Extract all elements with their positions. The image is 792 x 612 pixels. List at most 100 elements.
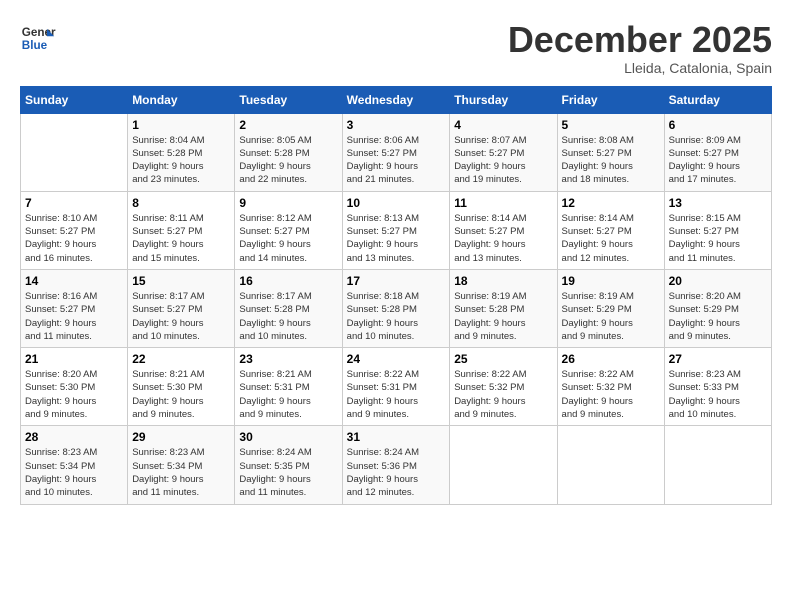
cell-info: Sunrise: 8:23 AM Sunset: 5:33 PM Dayligh… [669,368,767,421]
calendar-cell [557,426,664,504]
title-block: December 2025 Lleida, Catalonia, Spain [508,20,772,76]
calendar-cell: 4Sunrise: 8:07 AM Sunset: 5:27 PM Daylig… [450,113,557,191]
day-number: 12 [562,196,660,210]
cell-info: Sunrise: 8:23 AM Sunset: 5:34 PM Dayligh… [132,446,230,499]
day-number: 13 [669,196,767,210]
logo: General Blue [20,20,56,56]
cell-info: Sunrise: 8:18 AM Sunset: 5:28 PM Dayligh… [347,290,446,343]
day-number: 6 [669,118,767,132]
calendar-cell: 5 Sunrise: 8:08 AM Sunset: 5:27 PM Daylig… [557,113,664,191]
day-number: 19 [562,274,660,288]
calendar-cell: 23 Sunrise: 8:21 AM Sunset: 5:31 PM Dayli… [235,348,342,426]
weekday-header: Friday [557,86,664,113]
day-number: 3 [347,118,446,132]
calendar-week-row: 28Sunrise: 8:23 AM Sunset: 5:34 PM Dayli… [21,426,772,504]
weekday-header: Sunday [21,86,128,113]
location: Lleida, Catalonia, Spain [508,60,772,76]
day-number: 22 [132,352,230,366]
svg-text:Blue: Blue [22,39,48,52]
cell-info: Sunrise: 8:19 AM Sunset: 5:28 PM Dayligh… [454,290,552,343]
cell-info: Sunrise: 8:16 AM Sunset: 5:27 PM Dayligh… [25,290,123,343]
day-number: 17 [347,274,446,288]
cell-info: Sunrise: 8:05 AM Sunset: 5:28 PM Dayligh… [239,134,337,187]
cell-info: Sunrise: 8:22 AM Sunset: 5:32 PM Dayligh… [562,368,660,421]
cell-info: Sunrise: 8:24 AM Sunset: 5:35 PM Dayligh… [239,446,337,499]
cell-info: Sunrise: 8:24 AM Sunset: 5:36 PM Dayligh… [347,446,446,499]
cell-info: Sunrise: 8:11 AM Sunset: 5:27 PM Dayligh… [132,212,230,265]
calendar-cell: 6 Sunrise: 8:09 AM Sunset: 5:27 PM Daylig… [664,113,771,191]
day-number: 4 [454,118,552,132]
weekday-header-row: SundayMondayTuesdayWednesdayThursdayFrid… [21,86,772,113]
cell-info: Sunrise: 8:21 AM Sunset: 5:31 PM Dayligh… [239,368,337,421]
day-number: 18 [454,274,552,288]
calendar-cell: 24 Sunrise: 8:22 AM Sunset: 5:31 PM Dayli… [342,348,450,426]
calendar-cell: 18 Sunrise: 8:19 AM Sunset: 5:28 PM Dayli… [450,269,557,347]
weekday-header: Monday [128,86,235,113]
calendar-cell: 14 Sunrise: 8:16 AM Sunset: 5:27 PM Dayli… [21,269,128,347]
calendar-cell: 9 Sunrise: 8:12 AM Sunset: 5:27 PM Daylig… [235,191,342,269]
cell-info: Sunrise: 8:14 AM Sunset: 5:27 PM Dayligh… [454,212,552,265]
cell-info: Sunrise: 8:13 AM Sunset: 5:27 PM Dayligh… [347,212,446,265]
cell-info: Sunrise: 8:22 AM Sunset: 5:31 PM Dayligh… [347,368,446,421]
day-number: 29 [132,430,230,444]
calendar-cell: 10 Sunrise: 8:13 AM Sunset: 5:27 PM Dayli… [342,191,450,269]
calendar-cell: 30 Sunrise: 8:24 AM Sunset: 5:35 PM Dayli… [235,426,342,504]
day-number: 31 [347,430,446,444]
svg-text:General: General [22,26,56,39]
cell-info: Sunrise: 8:09 AM Sunset: 5:27 PM Dayligh… [669,134,767,187]
calendar-cell: 3 Sunrise: 8:06 AM Sunset: 5:27 PM Daylig… [342,113,450,191]
calendar-cell [21,113,128,191]
calendar-cell: 7 Sunrise: 8:10 AM Sunset: 5:27 PM Daylig… [21,191,128,269]
calendar-cell: 11 Sunrise: 8:14 AM Sunset: 5:27 PM Dayli… [450,191,557,269]
cell-info: Sunrise: 8:06 AM Sunset: 5:27 PM Dayligh… [347,134,446,187]
day-number: 1 [132,118,230,132]
calendar-cell: 29 Sunrise: 8:23 AM Sunset: 5:34 PM Dayli… [128,426,235,504]
weekday-header: Saturday [664,86,771,113]
day-number: 20 [669,274,767,288]
day-number: 24 [347,352,446,366]
calendar-week-row: 21 Sunrise: 8:20 AM Sunset: 5:30 PM Dayli… [21,348,772,426]
calendar-table: SundayMondayTuesdayWednesdayThursdayFrid… [20,86,772,505]
cell-info: Sunrise: 8:14 AM Sunset: 5:27 PM Dayligh… [562,212,660,265]
calendar-cell: 13 Sunrise: 8:15 AM Sunset: 5:27 PM Dayli… [664,191,771,269]
day-number: 30 [239,430,337,444]
day-number: 5 [562,118,660,132]
cell-info: Sunrise: 8:10 AM Sunset: 5:27 PM Dayligh… [25,212,123,265]
weekday-header: Tuesday [235,86,342,113]
day-number: 8 [132,196,230,210]
cell-info: Sunrise: 8:19 AM Sunset: 5:29 PM Dayligh… [562,290,660,343]
day-number: 26 [562,352,660,366]
calendar-cell: 21 Sunrise: 8:20 AM Sunset: 5:30 PM Dayli… [21,348,128,426]
day-number: 25 [454,352,552,366]
day-number: 23 [239,352,337,366]
day-number: 9 [239,196,337,210]
weekday-header: Wednesday [342,86,450,113]
cell-info: Sunrise: 8:17 AM Sunset: 5:28 PM Dayligh… [239,290,337,343]
calendar-cell: 17 Sunrise: 8:18 AM Sunset: 5:28 PM Dayli… [342,269,450,347]
calendar-cell: 16 Sunrise: 8:17 AM Sunset: 5:28 PM Dayli… [235,269,342,347]
day-number: 7 [25,196,123,210]
calendar-week-row: 14 Sunrise: 8:16 AM Sunset: 5:27 PM Dayli… [21,269,772,347]
cell-info: Sunrise: 8:12 AM Sunset: 5:27 PM Dayligh… [239,212,337,265]
calendar-cell: 31 Sunrise: 8:24 AM Sunset: 5:36 PM Dayli… [342,426,450,504]
calendar-cell: 26 Sunrise: 8:22 AM Sunset: 5:32 PM Dayli… [557,348,664,426]
cell-info: Sunrise: 8:08 AM Sunset: 5:27 PM Dayligh… [562,134,660,187]
calendar-cell: 28Sunrise: 8:23 AM Sunset: 5:34 PM Dayli… [21,426,128,504]
day-number: 14 [25,274,123,288]
day-number: 27 [669,352,767,366]
day-number: 15 [132,274,230,288]
cell-info: Sunrise: 8:23 AM Sunset: 5:34 PM Dayligh… [25,446,123,499]
cell-info: Sunrise: 8:20 AM Sunset: 5:30 PM Dayligh… [25,368,123,421]
calendar-cell: 27 Sunrise: 8:23 AM Sunset: 5:33 PM Dayli… [664,348,771,426]
cell-info: Sunrise: 8:17 AM Sunset: 5:27 PM Dayligh… [132,290,230,343]
day-number: 21 [25,352,123,366]
calendar-cell: 12 Sunrise: 8:14 AM Sunset: 5:27 PM Dayli… [557,191,664,269]
cell-info: Sunrise: 8:21 AM Sunset: 5:30 PM Dayligh… [132,368,230,421]
day-number: 10 [347,196,446,210]
day-number: 16 [239,274,337,288]
calendar-cell: 25Sunrise: 8:22 AM Sunset: 5:32 PM Dayli… [450,348,557,426]
day-number: 11 [454,196,552,210]
calendar-week-row: 1Sunrise: 8:04 AM Sunset: 5:28 PM Daylig… [21,113,772,191]
cell-info: Sunrise: 8:15 AM Sunset: 5:27 PM Dayligh… [669,212,767,265]
calendar-cell: 2Sunrise: 8:05 AM Sunset: 5:28 PM Daylig… [235,113,342,191]
